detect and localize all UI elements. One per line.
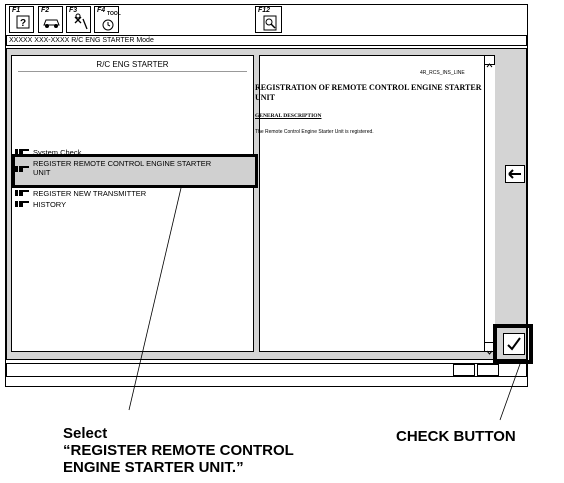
caret-up-icon [486, 63, 493, 68]
select-callout-line3: ENGINE STARTER UNIT.” [63, 459, 244, 476]
document-scrollbar[interactable] [484, 55, 495, 352]
back-button[interactable] [505, 165, 525, 183]
tool-clock-icon [102, 19, 114, 31]
car-icon [43, 19, 60, 28]
select-instruction-callout: Select “REGISTER REMOTE CONTROL ENGINE S… [63, 425, 294, 476]
left-arrow-icon [508, 169, 521, 179]
selection-outline [12, 154, 258, 188]
mode-bar: XXXXX XXX-XXXX R/C ENG STARTER Mode [6, 35, 527, 46]
f4-tool-button[interactable]: F4 TOOL [94, 6, 121, 33]
check-button-outline [493, 324, 533, 364]
menu-item-register-new-transmitter[interactable]: REGISTER NEW TRANSMITTER [15, 189, 146, 198]
document-body: The Remote Control Engine Starter Unit i… [255, 129, 374, 135]
search-document-icon [263, 15, 277, 31]
f1-help-button[interactable]: F1 ? [9, 6, 34, 33]
select-callout-line1: Select [63, 425, 108, 442]
mechanic-icon [74, 13, 88, 30]
svg-text:?: ? [20, 18, 26, 29]
menu-panel-title: R/C ENG STARTER [96, 60, 169, 69]
f12-search-button[interactable]: F12 [255, 6, 282, 33]
status-box-1 [453, 364, 475, 376]
menu-title-divider [18, 71, 247, 72]
document-section-title: GENERAL DESCRIPTION [255, 113, 322, 119]
status-bar [6, 363, 527, 377]
menu-item-history[interactable]: HISTORY [15, 200, 66, 209]
select-callout-line2: “REGISTER REMOTE CONTROL [63, 442, 294, 459]
menu-item-label: HISTORY [33, 200, 67, 209]
menu-item-label: REGISTER NEW TRANSMITTER [33, 189, 147, 198]
pointing-hand-icon [15, 201, 29, 207]
check-button-callout: CHECK BUTTON [396, 428, 516, 445]
f3-diagnosis-button[interactable]: F3 [66, 6, 91, 33]
document-heading: REGISTRATION OF REMOTE CONTROL ENGINE ST… [255, 83, 482, 102]
status-box-2 [477, 364, 499, 376]
help-icon: ? [16, 15, 30, 29]
f2-vehicle-button[interactable]: F2 [38, 6, 63, 33]
document-code: 4R_RCS_INS_LINE [420, 70, 465, 76]
scroll-up-button[interactable] [484, 55, 495, 68]
pointing-hand-icon [15, 190, 29, 196]
